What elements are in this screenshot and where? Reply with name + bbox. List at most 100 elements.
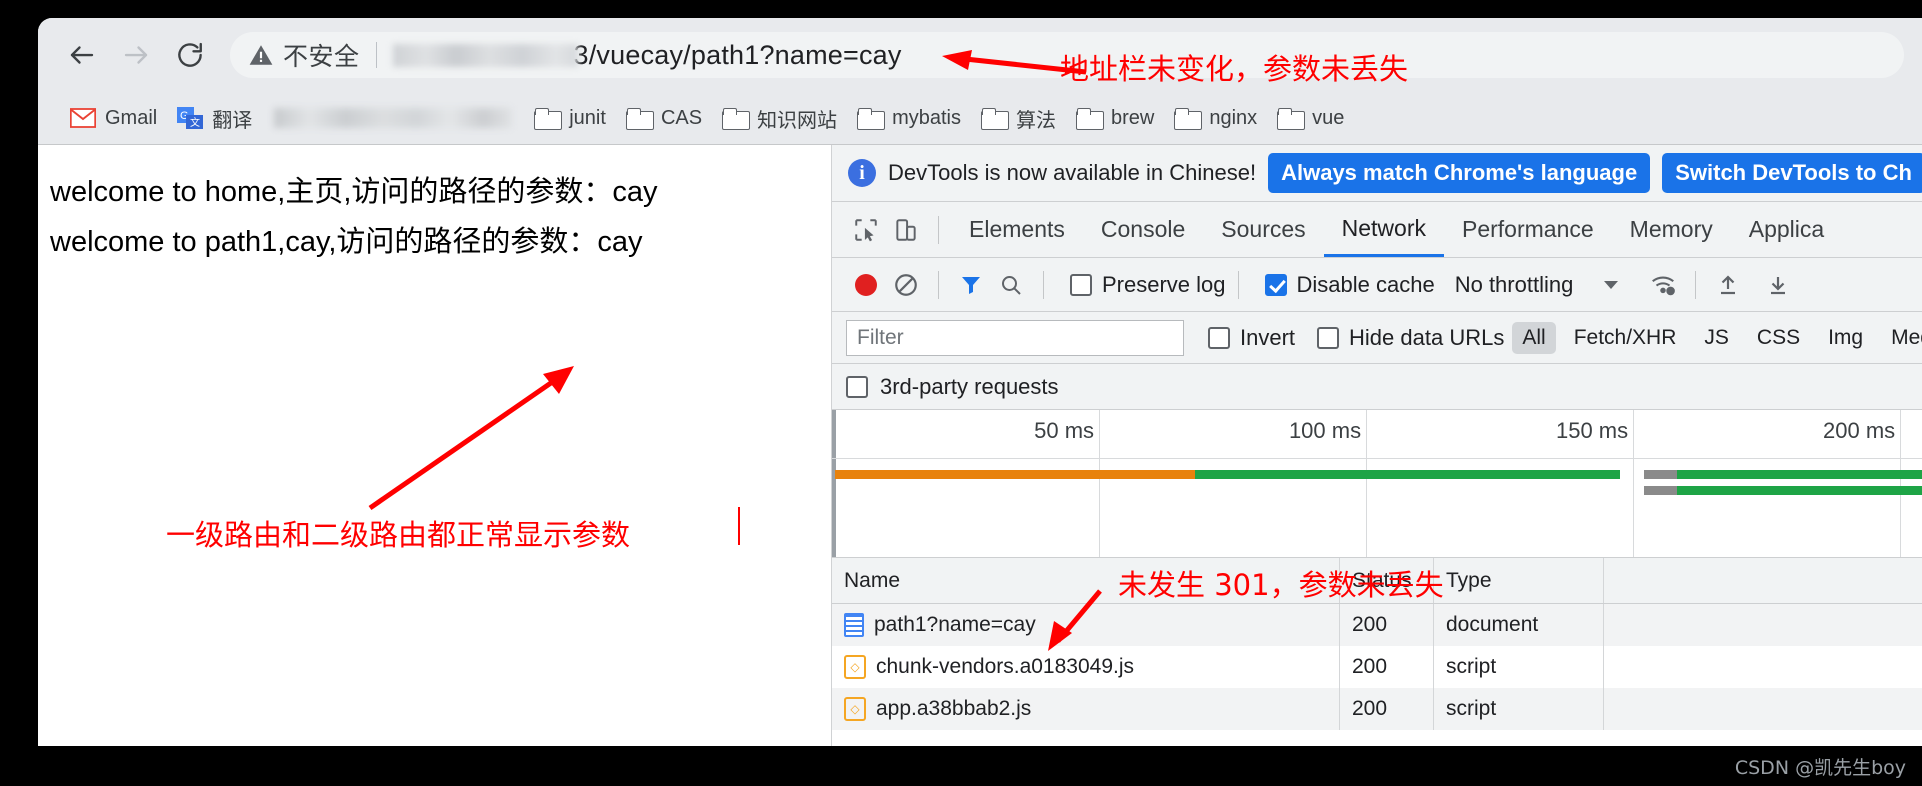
overview-divider: [832, 458, 1922, 459]
chevron-down-icon[interactable]: [1591, 265, 1631, 305]
inspect-element-icon[interactable]: [846, 210, 886, 250]
bookmark-folder-knowledge[interactable]: 知识网站: [712, 99, 847, 137]
filter-type-img[interactable]: Img: [1818, 322, 1873, 354]
bookmarks-bar: Gmail G 文 翻译 junit CAS 知识网站 mybatis 算法 b…: [38, 92, 1922, 144]
wifi-settings-icon[interactable]: [1643, 265, 1683, 305]
svg-text:文: 文: [190, 116, 200, 129]
folder-icon: [857, 108, 886, 130]
tab-memory[interactable]: Memory: [1612, 202, 1731, 257]
tab-performance[interactable]: Performance: [1444, 202, 1612, 257]
bookmark-folder-cas[interactable]: CAS: [616, 99, 712, 137]
filter-input[interactable]: Filter: [846, 319, 1184, 356]
annotation-arrow-no301: [1048, 589, 1102, 651]
annotation-addressbar-text: 地址栏未变化，参数未丢失: [1060, 52, 1409, 86]
record-stop-icon[interactable]: [846, 265, 886, 305]
request-type: script: [1434, 688, 1604, 730]
filter-type-all[interactable]: All: [1512, 321, 1556, 354]
filter-type-media[interactable]: Medi: [1881, 322, 1922, 354]
tab-elements[interactable]: Elements: [951, 202, 1083, 257]
filter-type-fetch-xhr[interactable]: Fetch/XHR: [1564, 322, 1687, 354]
bookmark-label: vue: [1312, 106, 1345, 129]
bookmark-label: brew: [1110, 106, 1155, 129]
third-party-box[interactable]: [846, 375, 868, 398]
bookmark-folder-junit[interactable]: junit: [524, 99, 616, 137]
table-row[interactable]: ◇ chunk-vendors.a0183049.js 200 script: [832, 646, 1922, 688]
bookmark-translate[interactable]: G 文 翻译: [167, 99, 262, 137]
overview-bar: [1676, 486, 1922, 495]
bookmark-folder-brew[interactable]: brew: [1066, 99, 1164, 137]
disable-cache-box[interactable]: [1264, 273, 1287, 296]
bookmark-folder-algorithms[interactable]: 算法: [971, 99, 1066, 137]
folder-icon: [625, 108, 654, 130]
tabbar-divider: [938, 215, 939, 244]
invert-box[interactable]: [1208, 326, 1230, 349]
back-button[interactable]: [60, 33, 104, 77]
bookmark-label: nginx: [1209, 106, 1258, 129]
disable-cache-checkbox[interactable]: Disable cache: [1264, 272, 1435, 298]
table-row[interactable]: path1?name=cay 200 document: [832, 604, 1922, 646]
invert-checkbox[interactable]: Invert: [1208, 325, 1295, 351]
overview-ruler: 50 ms 100 ms 150 ms 200 ms: [832, 410, 1922, 557]
request-type: document: [1434, 604, 1604, 646]
info-icon: i: [848, 159, 876, 187]
always-match-language-button[interactable]: Always match Chrome's language: [1268, 153, 1651, 193]
hide-data-urls-box[interactable]: [1317, 326, 1340, 349]
tab-network[interactable]: Network: [1323, 202, 1444, 257]
bookmark-redacted[interactable]: [274, 108, 513, 128]
folder-icon: [1075, 108, 1104, 130]
overview-bar: [1644, 470, 1677, 479]
tab-console[interactable]: Console: [1083, 202, 1203, 257]
bookmark-label: 算法: [1015, 109, 1056, 132]
column-header-type[interactable]: Type: [1434, 558, 1604, 603]
search-icon[interactable]: [991, 265, 1031, 305]
watermark: CSDN @凯先生boy: [1734, 757, 1906, 779]
table-row[interactable]: ◇ app.a38bbab2.js 200 script: [832, 688, 1922, 730]
throttling-select[interactable]: No throttling: [1455, 272, 1574, 298]
overview-bar: [1644, 486, 1677, 495]
google-translate-icon: G 文: [177, 107, 204, 129]
toolbar-divider-1: [938, 270, 939, 299]
network-overview[interactable]: 50 ms 100 ms 150 ms 200 ms: [832, 410, 1922, 558]
bookmark-folder-mybatis[interactable]: mybatis: [847, 99, 971, 137]
switch-devtools-language-button[interactable]: Switch DevTools to Ch: [1662, 153, 1922, 193]
folder-icon: [980, 108, 1009, 130]
content-area: welcome to home,主页,访问的路径的参数：cay welcome …: [38, 144, 1922, 746]
document-icon: [844, 613, 864, 637]
preserve-log-box[interactable]: [1070, 273, 1092, 296]
bookmark-gmail[interactable]: Gmail: [60, 99, 167, 137]
bookmark-folder-vue[interactable]: vue: [1267, 99, 1354, 137]
network-toolbar: Preserve log Disable cache No throttling: [832, 258, 1922, 312]
hide-data-urls-checkbox[interactable]: Hide data URLs: [1317, 325, 1504, 351]
request-name: path1?name=cay: [874, 613, 1036, 636]
bookmark-label: 翻译: [212, 109, 253, 132]
preserve-log-label: Preserve log: [1102, 271, 1226, 297]
url-text-wrap[interactable]: 3/vuecay/path1?name=cay: [392, 40, 902, 71]
preserve-log-checkbox[interactable]: Preserve log: [1070, 272, 1226, 298]
download-arrow-icon[interactable]: [1758, 265, 1798, 305]
toolbar-divider-4: [1695, 270, 1697, 299]
annotation-routes-text: 一级路由和二级路由都正常显示参数: [166, 518, 631, 552]
devtools-language-banner: i DevTools is now available in Chinese! …: [832, 145, 1922, 202]
bookmark-label: Gmail: [105, 106, 158, 129]
overview-tick-label: 150 ms: [1555, 418, 1629, 443]
overview-tick-label: 100 ms: [1288, 418, 1362, 443]
request-type: script: [1434, 646, 1604, 688]
warning-triangle-icon[interactable]: [248, 42, 274, 68]
devtools-panel: i DevTools is now available in Chinese! …: [832, 145, 1922, 746]
annotation-caret: [738, 507, 740, 545]
tab-sources[interactable]: Sources: [1203, 202, 1323, 257]
filter-type-js[interactable]: JS: [1694, 322, 1739, 354]
filter-type-css[interactable]: CSS: [1747, 322, 1810, 354]
page-text-line-2: welcome to path1,cay,访问的路径的参数：cay: [50, 226, 643, 258]
clear-icon[interactable]: [886, 265, 926, 305]
device-toolbar-icon[interactable]: [886, 210, 926, 250]
script-icon: ◇: [844, 655, 866, 679]
page-viewport: welcome to home,主页,访问的路径的参数：cay welcome …: [38, 145, 832, 746]
request-status: 200: [1340, 604, 1434, 646]
filter-funnel-icon[interactable]: [951, 265, 991, 305]
tab-application[interactable]: Applica: [1731, 202, 1842, 257]
bookmark-folder-nginx[interactable]: nginx: [1164, 99, 1267, 137]
forward-button[interactable]: [114, 33, 158, 77]
reload-button[interactable]: [168, 33, 212, 77]
upload-arrow-icon[interactable]: [1708, 265, 1748, 305]
